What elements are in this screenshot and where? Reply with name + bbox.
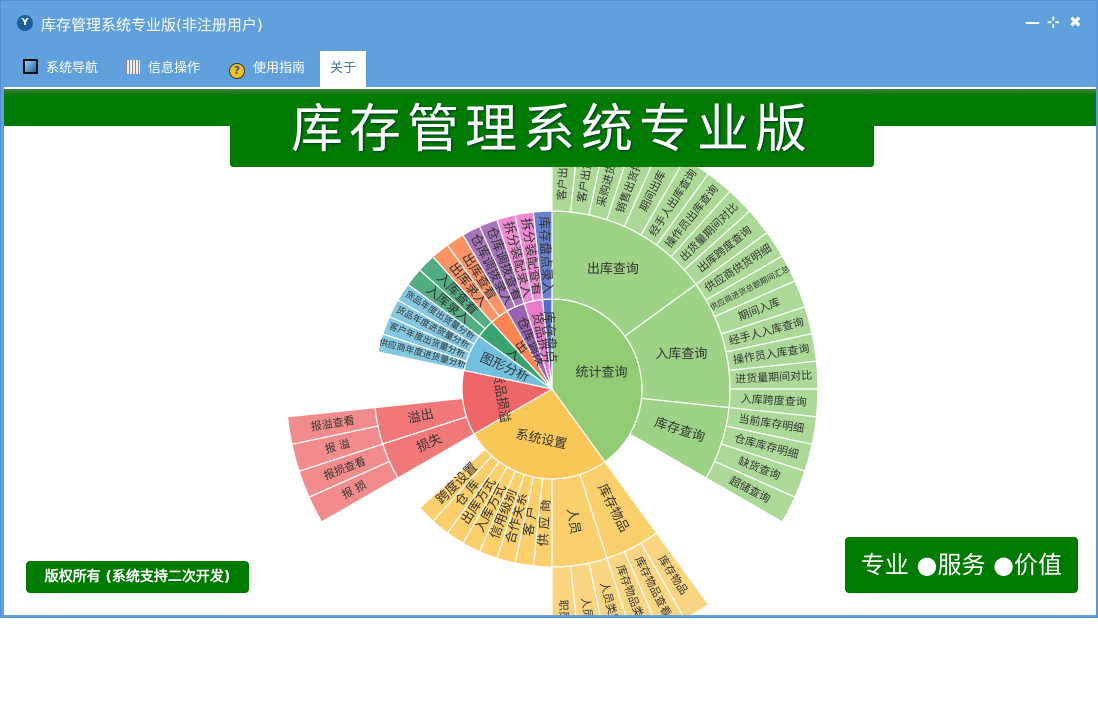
sunburst-label: 库存盘点 (540, 311, 559, 364)
sunburst-label: 统计查询 (575, 365, 627, 380)
menu-label: 系统导航 (46, 61, 99, 76)
menu-bar: 系统导航 信息操作 ? 使用指南 关于 (1, 51, 1097, 87)
help-icon: ? (229, 63, 245, 79)
menu-about[interactable]: 关于 (320, 51, 367, 87)
content-area: 统计查询 出库查询 客户出货排行 客户出货总额 采购进货排行 销售出货排行 期间出库 经手人出… (4, 87, 1096, 615)
menu-label: 信息操作 (148, 61, 201, 76)
sunburst-label: 入库查询 (655, 346, 707, 362)
slogan-badge: 专业 ●服务 ●价值 (845, 537, 1078, 593)
menu-user-guide[interactable]: ? 使用指南 (229, 51, 305, 87)
sunburst-label: 职员 (557, 599, 571, 615)
window-title: 库存管理系统专业版(非注册用户) (41, 16, 263, 34)
sunburst-label: 人员 (579, 596, 595, 615)
menu-info-ops[interactable]: 信息操作 (126, 51, 200, 87)
banner-title: 库存管理系统专业版 (230, 94, 874, 167)
menu-system-nav[interactable]: 系统导航 (23, 51, 98, 87)
grid-icon (126, 60, 140, 74)
menu-label: 使用指南 (253, 61, 306, 76)
close-icon[interactable]: ✖ (1069, 13, 1082, 31)
minimize-icon[interactable]: — (1025, 13, 1040, 31)
app-window: Y 库存管理系统专业版(非注册用户) — ⊹ ✖ 系统导航 信息操作 ? 使用指南… (0, 0, 1098, 618)
yf-logo-icon: Y (17, 15, 33, 31)
title-bar: Y 库存管理系统专业版(非注册用户) — ⊹ ✖ (1, 1, 1097, 47)
sunburst-label: 出库查询 (587, 261, 639, 277)
copyright-badge: 版权所有 (系统支持二次开发) (26, 561, 249, 593)
monitor-icon (23, 59, 38, 74)
restore-icon[interactable]: ⊹ (1047, 13, 1060, 31)
